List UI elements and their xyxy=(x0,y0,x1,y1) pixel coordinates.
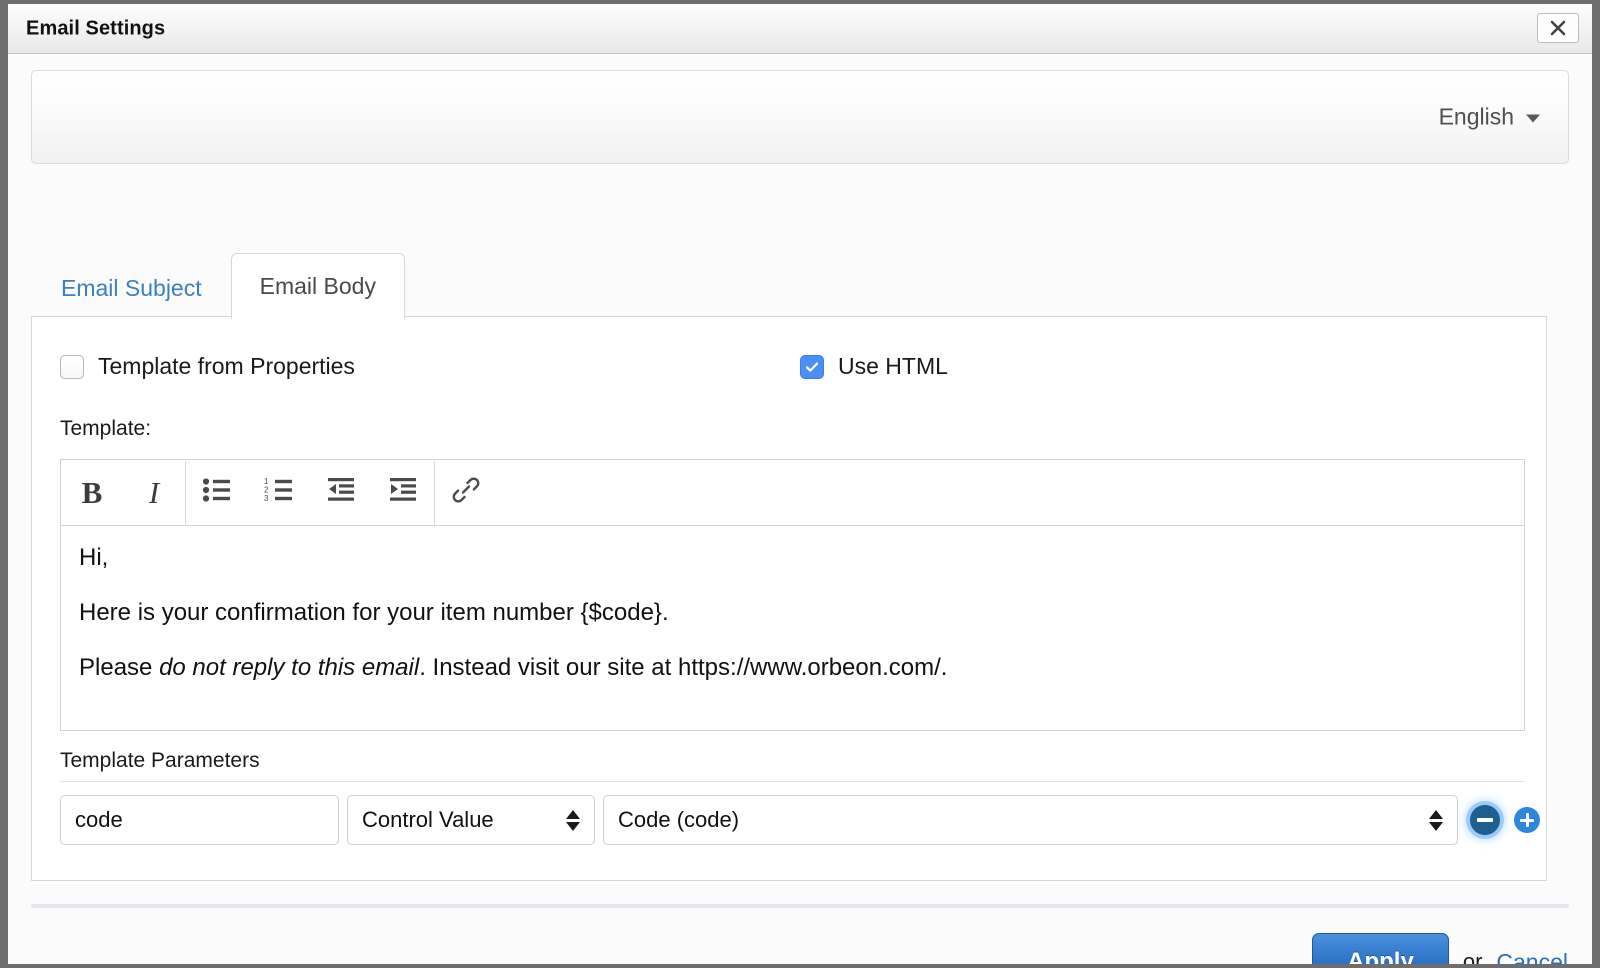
link-icon xyxy=(451,476,481,509)
tab-email-subject[interactable]: Email Subject xyxy=(32,257,231,319)
language-selector[interactable]: English xyxy=(1439,104,1540,131)
rich-text-editor: B I 1 2 3 Hi, Here is your confirmation … xyxy=(60,459,1525,731)
indent-button[interactable] xyxy=(372,461,434,525)
outdent-button[interactable] xyxy=(310,461,372,525)
apply-button[interactable]: Apply xyxy=(1312,933,1449,964)
parameter-type-value: Control Value xyxy=(362,807,494,832)
template-parameters-divider xyxy=(60,781,1525,782)
template-from-properties-checkbox[interactable] xyxy=(60,354,84,379)
unordered-list-button[interactable] xyxy=(186,461,248,525)
dialog-titlebar: Email Settings xyxy=(8,4,1592,54)
editor-line-3-suffix: . Instead visit our site at https://www.… xyxy=(419,654,948,682)
outdent-icon xyxy=(326,477,356,508)
indent-icon xyxy=(388,477,418,508)
svg-text:3: 3 xyxy=(264,494,269,503)
table-row: code Control Value Code (code) xyxy=(60,795,1540,845)
cancel-link[interactable]: Cancel xyxy=(1496,949,1568,965)
stepper-icon xyxy=(566,809,580,831)
editor-content[interactable]: Hi, Here is your confirmation for your i… xyxy=(61,526,1524,695)
editor-line-2: Here is your confirmation for your item … xyxy=(79,599,669,627)
editor-line-3-italic: do not reply to this email xyxy=(159,654,420,682)
footer-divider xyxy=(31,904,1569,908)
tab-email-subject-label: Email Subject xyxy=(61,275,202,301)
tab-bar: Email Subject Email Body xyxy=(32,250,405,319)
close-button[interactable] xyxy=(1537,13,1579,43)
dialog-body: English Email Subject Email Body Templat… xyxy=(8,54,1592,964)
chevron-down-icon xyxy=(1526,114,1540,123)
italic-button[interactable]: I xyxy=(123,461,185,525)
template-from-properties-row[interactable]: Template from Properties xyxy=(60,353,355,380)
template-field-label: Template: xyxy=(60,417,152,440)
apply-button-label: Apply xyxy=(1347,948,1414,964)
language-bar: English xyxy=(31,70,1569,164)
ordered-list-button[interactable]: 1 2 3 xyxy=(248,461,310,525)
italic-icon: I xyxy=(148,474,160,510)
close-icon xyxy=(1549,19,1567,37)
parameter-control-value: Code (code) xyxy=(618,807,740,832)
language-selected-label: English xyxy=(1438,103,1514,130)
parameter-name-input[interactable]: code xyxy=(60,795,339,845)
parameter-type-select[interactable]: Control Value xyxy=(347,795,595,845)
use-html-checkbox[interactable] xyxy=(800,354,824,379)
editor-line-3: Please do not reply to this email. Inste… xyxy=(79,650,1506,685)
bold-icon: B xyxy=(81,474,103,510)
remove-parameter-button[interactable] xyxy=(1470,805,1500,835)
parameter-control-select[interactable]: Code (code) xyxy=(603,795,1458,845)
dialog-footer: Apply or Cancel xyxy=(8,912,1592,964)
template-from-properties-label: Template from Properties xyxy=(98,353,355,379)
tab-email-body-label: Email Body xyxy=(259,273,376,299)
email-body-panel: Template from Properties Use HTML Templa… xyxy=(31,316,1547,881)
ordered-list-icon: 1 2 3 xyxy=(264,477,294,508)
link-button[interactable] xyxy=(435,461,497,525)
email-settings-dialog: Email Settings English Email Subject Ema… xyxy=(8,4,1592,964)
unordered-list-icon xyxy=(202,477,232,508)
template-parameters-title: Template Parameters xyxy=(60,749,260,772)
editor-line-1: Hi, xyxy=(79,544,109,571)
check-icon xyxy=(805,362,819,372)
bold-button[interactable]: B xyxy=(61,461,123,525)
tab-email-body[interactable]: Email Body xyxy=(230,253,405,319)
use-html-label: Use HTML xyxy=(838,353,948,379)
or-label: or xyxy=(1462,949,1483,964)
add-parameter-button[interactable] xyxy=(1514,807,1540,833)
minus-icon xyxy=(1477,818,1493,822)
dialog-title: Email Settings xyxy=(26,17,166,39)
use-html-row[interactable]: Use HTML xyxy=(800,353,948,380)
stepper-icon xyxy=(1429,809,1443,831)
editor-line-3-prefix: Please xyxy=(79,654,160,682)
editor-toolbar: B I 1 2 3 xyxy=(61,460,1524,526)
